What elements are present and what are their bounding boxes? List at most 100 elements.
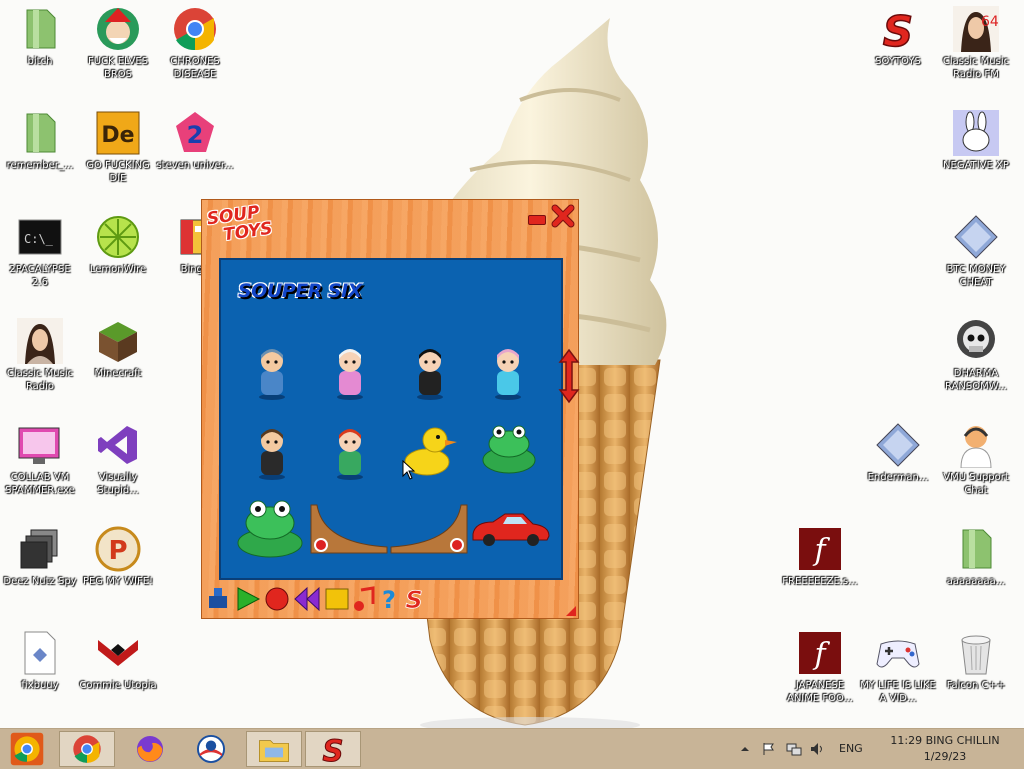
2pacalypse-icon[interactable]: C:\_ 2PACALYPSE 2.6 bbox=[0, 208, 80, 289]
obama-icon bbox=[196, 734, 226, 764]
remember-icon[interactable]: remember_... bbox=[0, 104, 80, 172]
japanese-anime-icon[interactable]: f JAPANESE ANIME FOO... bbox=[780, 624, 860, 705]
minecraft-image-icon bbox=[95, 318, 141, 364]
desktop-icon-label: Enderman... bbox=[867, 472, 929, 483]
enderman-icon[interactable]: Enderman... bbox=[858, 416, 938, 484]
fixbuuy-icon[interactable]: fixbuuy bbox=[0, 624, 80, 692]
minimize-button[interactable] bbox=[528, 215, 546, 225]
chrome-beta-taskbar-button[interactable] bbox=[6, 731, 48, 767]
minecraft-icon[interactable]: Minecraft bbox=[78, 312, 158, 380]
frog-small-toy[interactable] bbox=[479, 420, 539, 476]
flag-icon[interactable] bbox=[762, 742, 776, 756]
clock[interactable]: 11:29 BING CHILLIN 1/29/23 bbox=[874, 733, 1016, 765]
fuck-elves-bros-image-icon bbox=[95, 6, 141, 52]
frog-large-toy[interactable] bbox=[235, 495, 305, 559]
system-tray: ENG 11:29 BING CHILLIN 1/29/23 bbox=[740, 729, 1020, 769]
freeeeeze-icon[interactable]: f FREEEEEZE.s... bbox=[780, 520, 860, 588]
classic-music-radio-icon[interactable]: Classic Music Radio bbox=[0, 312, 80, 393]
desktop-icon-label: CHRONES DISEASE bbox=[170, 56, 220, 80]
obama-taskbar-button[interactable] bbox=[183, 731, 239, 767]
network-icon[interactable] bbox=[786, 742, 802, 756]
classic-music-radio-fm-icon[interactable]: 64 Classic Music Radio FM bbox=[936, 0, 1016, 81]
lemonwire-image-icon bbox=[95, 214, 141, 260]
falcon-cpp-image-icon bbox=[953, 630, 999, 676]
btc-money-cheat-icon[interactable]: BTC MONEY CHEAT bbox=[936, 208, 1016, 289]
freeeeeze-image-icon: f bbox=[797, 526, 843, 572]
steven-universe-image-icon: 2 bbox=[172, 110, 218, 156]
negative-xp-image-icon bbox=[953, 110, 999, 156]
dharma-ransomware-image-icon bbox=[953, 318, 999, 364]
toy-playfield[interactable]: SOUPER SIX bbox=[219, 258, 563, 580]
commie-utopia-icon[interactable]: Commie Utopia bbox=[78, 624, 158, 692]
record-icon[interactable] bbox=[264, 586, 290, 616]
input-language-indicator[interactable]: ENG bbox=[839, 742, 863, 755]
desktop: bitch FUCK ELVES BROS CHRONES DISEASE remem… bbox=[0, 0, 1024, 728]
desktop-icon-label: fixbuuy bbox=[21, 680, 59, 691]
desktop-icon-label: Deez Nutz Spy bbox=[3, 576, 77, 587]
rewind-icon[interactable] bbox=[293, 586, 321, 616]
vmu-support-chat-icon[interactable]: VMU Support Chat bbox=[936, 416, 1016, 497]
desktop-icon-label: 2PACALYPSE 2.6 bbox=[9, 264, 71, 288]
help-icon[interactable]: ? bbox=[378, 586, 400, 616]
soup-toys-taskbar-taskbar-button[interactable]: S bbox=[305, 731, 361, 768]
desktop-icon-label: Classic Music Radio FM bbox=[942, 56, 1010, 80]
doll-girl-1-toy[interactable] bbox=[327, 345, 373, 401]
file-explorer-taskbar-button[interactable] bbox=[246, 731, 302, 767]
deez-nutz-spy-image-icon bbox=[17, 526, 63, 572]
collab-vm-spammer-icon[interactable]: COLLAB VM SPAMMER.exe bbox=[0, 416, 80, 497]
negative-xp-icon[interactable]: NEGATIVE XP bbox=[936, 104, 1016, 172]
soup-toys-window[interactable]: SOUP TOYS SOUPER SIX ? S bbox=[201, 199, 580, 619]
commie-utopia-image-icon bbox=[95, 630, 141, 676]
resize-grip-icon[interactable] bbox=[566, 606, 576, 616]
visually-stupid-icon[interactable]: Visually Stupid... bbox=[78, 416, 158, 497]
desktop-icon-label: BTC MONEY CHEAT bbox=[946, 264, 1006, 288]
bitch-icon[interactable]: bitch bbox=[0, 0, 80, 68]
steven-universe-icon[interactable]: 2 steven univer... bbox=[155, 104, 235, 172]
soup-toys-logo: SOUP TOYS bbox=[206, 202, 274, 246]
desktop-icon-label: bitch bbox=[27, 56, 53, 67]
doll-girl-4-toy[interactable] bbox=[327, 425, 373, 483]
my-life-is-like-a-video-icon[interactable]: MY LIFE IS LIKE A VID... bbox=[858, 624, 938, 705]
music-icon[interactable] bbox=[353, 586, 375, 616]
scroll-arrows-icon[interactable] bbox=[558, 348, 580, 404]
chrones-disease-icon[interactable]: CHRONES DISEASE bbox=[155, 0, 235, 81]
soup-icon[interactable]: S bbox=[403, 586, 425, 616]
btc-money-cheat-image-icon bbox=[953, 214, 999, 260]
go-fucking-die-image-icon: De bbox=[95, 110, 141, 156]
deez-nutz-spy-icon[interactable]: Deez Nutz Spy bbox=[0, 520, 80, 588]
go-fucking-die-icon[interactable]: De GO FUCKING DIE bbox=[78, 104, 158, 185]
desktop-icon-label: aaaaaaaa... bbox=[946, 576, 1006, 587]
aaaaaaaa-icon[interactable]: aaaaaaaa... bbox=[936, 520, 1016, 588]
ramp-left-toy[interactable] bbox=[309, 503, 389, 555]
svg-text:S: S bbox=[883, 7, 913, 52]
ramp-right-toy[interactable] bbox=[389, 503, 469, 555]
play-icon[interactable] bbox=[235, 586, 261, 616]
soytoys-image-icon: S bbox=[875, 6, 921, 57]
desktop-icon-label: DHARMA RANSOMW... bbox=[945, 368, 1007, 392]
firefox-taskbar-button[interactable] bbox=[122, 731, 178, 767]
desktop-icon-label: Minecraft bbox=[94, 368, 142, 379]
stamp-icon[interactable] bbox=[206, 586, 230, 616]
lemonwire-icon[interactable]: LemonWire bbox=[78, 208, 158, 276]
desktop-icon-label: steven univer... bbox=[156, 160, 234, 171]
stop-icon[interactable] bbox=[324, 586, 350, 616]
chrome-beta-icon bbox=[10, 732, 44, 766]
chrome-taskbar-button[interactable] bbox=[59, 731, 115, 767]
red-car-toy[interactable] bbox=[469, 510, 551, 548]
doll-girl-3-toy[interactable] bbox=[485, 345, 531, 401]
close-button[interactable] bbox=[551, 204, 575, 228]
volume-icon[interactable] bbox=[810, 742, 826, 756]
clock-date: 1/29/23 bbox=[923, 750, 967, 763]
doll-man-2-toy[interactable] bbox=[249, 425, 295, 483]
peg-my-wife-icon[interactable]: P PEG MY WIFE! bbox=[78, 520, 158, 588]
show-hidden-icons-icon[interactable] bbox=[740, 744, 750, 754]
dharma-ransomware-icon[interactable]: DHARMA RANSOMW... bbox=[936, 312, 1016, 393]
doll-man-1-toy[interactable] bbox=[249, 345, 295, 401]
doll-girl-2-toy[interactable] bbox=[407, 345, 453, 401]
soytoys-icon[interactable]: S SOYTOYS bbox=[858, 0, 938, 68]
desktop-icon-label: Falcon C++ bbox=[946, 680, 1006, 691]
fuck-elves-bros-icon[interactable]: FUCK ELVES BROS bbox=[78, 0, 158, 81]
svg-text:De: De bbox=[101, 123, 134, 148]
svg-text:64: 64 bbox=[981, 14, 999, 30]
falcon-cpp-icon[interactable]: Falcon C++ bbox=[936, 624, 1016, 692]
